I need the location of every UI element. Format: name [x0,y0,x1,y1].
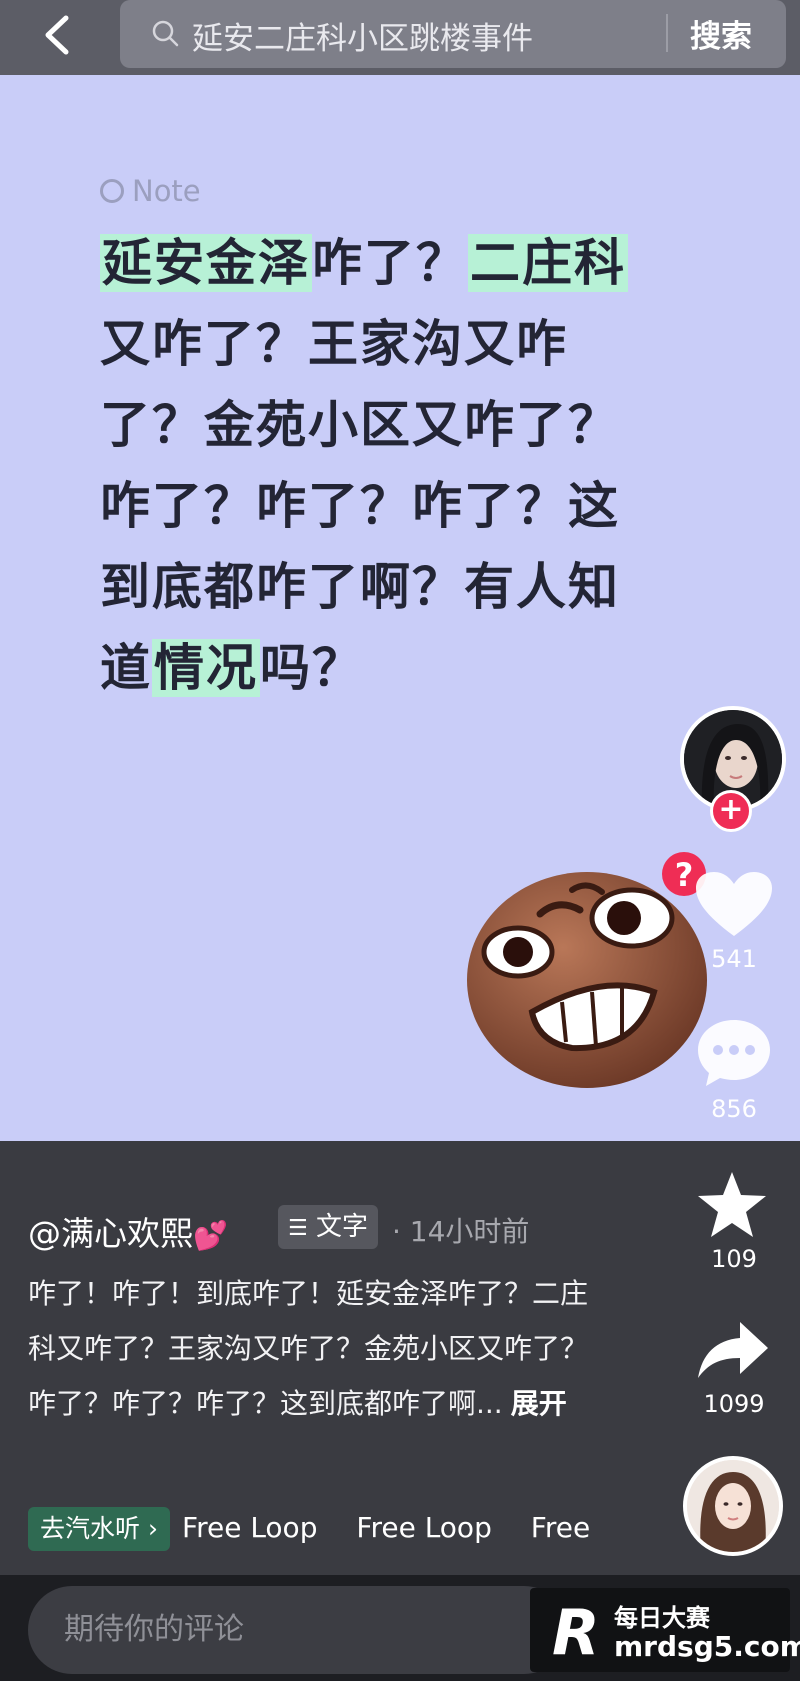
svg-text:?: ? [675,856,694,894]
note-circle-icon [100,179,124,203]
comment-input[interactable]: 期待你的评论 [28,1586,568,1674]
expand-button[interactable]: 展开 [511,1387,567,1420]
share-arrow-icon[interactable] [696,1320,770,1380]
favorite-star-icon[interactable] [696,1170,768,1240]
search-icon [152,20,179,47]
open-in-qishui-button[interactable]: 去汽水听 › [28,1507,170,1551]
comment-count: 856 [711,1095,757,1123]
favorite-count: 109 [711,1245,757,1273]
watermark-title: 每日大赛 [614,1604,710,1632]
note-highlight-segment: 延安金泽 [100,234,312,292]
post-type-tag: ☰ 文字 [278,1205,378,1249]
comment-bubble-icon[interactable] [696,1018,772,1088]
follow-plus-button[interactable]: + [710,790,752,832]
list-lines-icon: ☰ [287,1216,308,1241]
confused-emoji-sticker: ? [467,852,707,1088]
post-type-label: 文字 [315,1212,368,1242]
author-handle: @满心欢熙 [28,1214,193,1253]
note-text-segment: 咋了？ [312,234,468,292]
music-track-item: Free Loop [182,1511,318,1544]
note-tag-label: Note [132,174,201,208]
like-heart-icon[interactable] [694,870,774,940]
music-track-item: Free Loop [356,1511,492,1544]
music-track-marquee[interactable]: Free Loop Free Loop Free L [182,1511,600,1544]
author-heart-emoji: 💕 [193,1219,228,1252]
music-track-item: Free L [530,1511,600,1544]
top-bar: 延安二庄科小区跳楼事件 搜索 [0,0,800,75]
search-divider [666,14,668,52]
note-body-text: 延安金泽咋了？二庄科又咋了？王家沟又咋了？金苑小区又咋了？咋了？咋了？咋了？这到… [100,223,660,709]
search-button[interactable]: 搜索 [690,11,752,56]
watermark-r-icon: R [552,1596,600,1669]
share-count: 1099 [703,1390,765,1418]
watermark-url: mrdsg5.com [614,1630,800,1663]
post-time: · 14小时前 [392,1215,530,1248]
music-disc-portrait-icon [687,1460,779,1552]
music-disc-avatar[interactable] [683,1456,783,1556]
post-description: 咋了！咋了！到底咋了！延安金泽咋了？二庄科又咋了？王家沟又咋了？金苑小区又咋了？… [28,1266,608,1431]
back-arrow-icon[interactable] [34,10,84,60]
like-count: 541 [711,945,757,973]
note-text-segment: 吗？ [260,639,364,697]
search-query: 延安二庄科小区跳楼事件 [192,21,533,57]
author-name[interactable]: @满心欢熙💕 [28,1207,228,1255]
music-chip-label: 去汽水听 [40,1514,141,1543]
note-highlight-segment: 情况 [152,639,260,697]
chevron-right-icon: › [147,1514,158,1543]
post-description-text: 咋了！咋了！到底咋了！延安金泽咋了？二庄科又咋了？王家沟又咋了？金苑小区又咋了？… [28,1277,589,1420]
note-highlight-segment: 二庄科 [468,234,628,292]
note-tag: Note [100,174,201,208]
search-input[interactable]: 延安二庄科小区跳楼事件 搜索 [120,0,786,68]
